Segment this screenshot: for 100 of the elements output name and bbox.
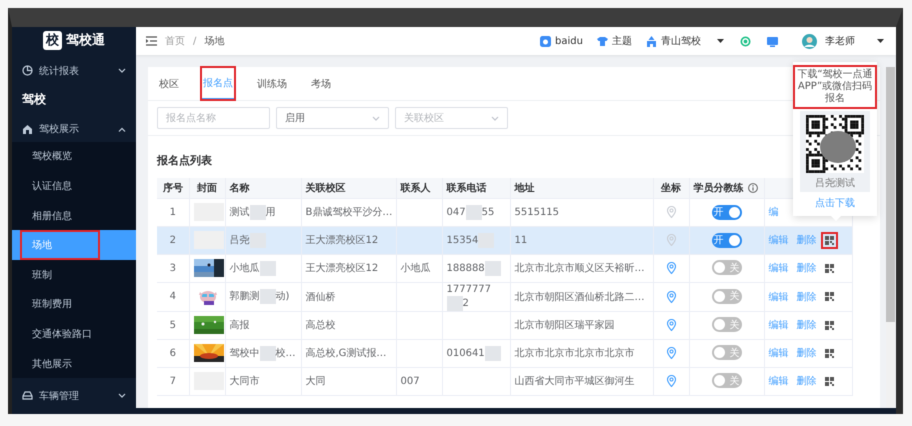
download-link[interactable]: 点击下载 <box>815 196 855 210</box>
sidebar-group[interactable]: 驾校展示 <box>12 117 136 142</box>
tooltip-text: 下载“驾校一点通APP”或微信扫码报名 <box>796 68 874 106</box>
sidebar-item[interactable]: 班制 <box>12 260 136 290</box>
tab[interactable]: 校区 <box>157 67 181 100</box>
action-link[interactable]: 编辑 <box>768 346 788 360</box>
table-text: 大同市 <box>230 376 260 387</box>
info-icon[interactable] <box>748 182 758 193</box>
select-field[interactable]: 启用 <box>276 107 389 129</box>
sidebar-item[interactable]: 其他展示 <box>12 348 136 378</box>
action-link[interactable]: 删除 <box>796 318 816 332</box>
table-cell: 3 <box>157 254 189 282</box>
location-pin-icon[interactable] <box>666 375 676 387</box>
scrollbar[interactable] <box>886 67 895 408</box>
toggle-switch[interactable]: 开 <box>712 232 742 248</box>
toggle-switch[interactable]: 关 <box>712 373 742 388</box>
app-icon <box>540 36 552 46</box>
breadcrumb-separator: / <box>193 36 196 46</box>
table-text: 郭鹏测 <box>230 291 260 302</box>
table-row[interactable]: 7 大同市 大同 007 山西省大同市平城区御河生 关 编辑 删除 <box>157 367 852 395</box>
tab[interactable]: 训练场 <box>255 67 289 100</box>
toolbar-link[interactable]: 主题 <box>597 34 632 48</box>
sidebar-item[interactable]: 交通体验路口 <box>12 319 136 349</box>
table-cell: 酒仙桥 <box>301 282 396 311</box>
section-title: 报名点列表 <box>157 153 212 168</box>
breadcrumb-item[interactable]: 首页 <box>165 34 185 48</box>
column-header: 联系电话 <box>446 182 486 195</box>
table-text: 1777777 <box>446 284 492 294</box>
sidebar-group[interactable]: 统计报表 <box>12 58 136 84</box>
table-row[interactable]: 5 高报 高总校 北京市朝阳区瑞平家园 关 编辑 删除 <box>157 311 852 339</box>
input-field[interactable]: 报名点名称 <box>157 107 270 129</box>
action-link[interactable]: 删除 <box>796 290 816 304</box>
toolbar-link[interactable]: baidu <box>540 36 583 46</box>
action-link[interactable]: 编辑 <box>768 233 788 247</box>
qr-code-icon[interactable] <box>824 320 834 330</box>
qr-code-icon[interactable] <box>824 264 834 272</box>
sidebar-item[interactable]: 相册信息 <box>12 200 136 230</box>
menu-icon[interactable] <box>146 36 157 46</box>
monitor-icon[interactable] <box>767 36 778 46</box>
table-row[interactable]: 4 郭鹏测 动) 酒仙桥 1777777 2 北京市朝阳区酒仙桥北路二… 关 编辑 删除 <box>157 282 852 311</box>
sidebar-item[interactable]: 认证信息 <box>12 171 136 201</box>
select-field[interactable]: 关联校区 <box>395 107 508 129</box>
chevron-down-icon <box>491 116 499 120</box>
table-cell: 4 <box>157 282 189 311</box>
column-header: 关联校区 <box>306 182 346 195</box>
table-row[interactable]: 2 吕尧 王大漂亮校区12 15354 11 开 编辑 删除 <box>157 226 852 254</box>
table-cell: 北京市朝阳区酒仙桥北路二… <box>510 282 653 311</box>
action-link[interactable]: 编辑 <box>768 290 788 304</box>
school-dropdown[interactable]: 青山驾校 <box>646 34 724 48</box>
table-cell: 007 <box>396 367 442 395</box>
sidebar-item[interactable]: 场地 <box>12 230 136 260</box>
action-link[interactable]: 编辑 <box>768 261 788 275</box>
column-header: 联系人 <box>400 182 430 195</box>
action-link[interactable]: 删除 <box>796 261 816 275</box>
sidebar-group[interactable]: 车辆管理 <box>12 383 136 408</box>
action-link[interactable]: 编 <box>768 205 778 219</box>
location-pin-icon[interactable] <box>666 290 676 302</box>
table-cell: 6 <box>157 339 189 367</box>
action-link[interactable]: 编辑 <box>768 374 788 388</box>
table-text: 15354 <box>446 234 478 246</box>
toggle-switch[interactable]: 关 <box>712 260 742 275</box>
toggle-switch[interactable]: 开 <box>712 204 742 220</box>
pie-chart-icon <box>22 65 33 76</box>
qr-code-icon[interactable] <box>824 292 834 301</box>
table-text: 吕尧 <box>230 234 250 246</box>
action-link[interactable]: 删除 <box>796 374 816 388</box>
logo-icon: 校 <box>43 30 62 50</box>
toggle-switch[interactable]: 关 <box>712 317 742 332</box>
table-cell: 王大漂亮校区12 <box>301 254 396 282</box>
caret-icon <box>717 39 724 43</box>
avatar-icon <box>802 34 817 48</box>
qr-caption: 吕尧测试 <box>815 176 855 190</box>
sidebar-section-title: 驾校 <box>21 91 47 108</box>
column-header: 学员分教练 <box>694 182 744 195</box>
column-header: 名称 <box>230 182 250 195</box>
table-text: 55 <box>482 206 494 218</box>
location-pin-icon[interactable] <box>666 319 676 331</box>
table-cell: 大同 <box>301 367 396 395</box>
action-link[interactable]: 编辑 <box>768 318 788 332</box>
user-menu[interactable]: 李老师 <box>792 34 884 48</box>
tab[interactable]: 考场 <box>309 67 333 100</box>
table-cell: 5 <box>157 311 189 339</box>
qr-code-icon[interactable] <box>824 348 834 358</box>
table-text: 用 <box>266 206 276 218</box>
location-pin-icon[interactable] <box>666 347 676 359</box>
toggle-switch[interactable]: 关 <box>712 288 742 304</box>
table-row[interactable]: 3 小地瓜 王大漂亮校区12 小地瓜 188888 北京市北京市顺义区天裕昕… 关 编辑 删除 <box>157 254 852 282</box>
sidebar-item[interactable]: 班制费用 <box>12 290 136 320</box>
sidebar-item[interactable]: 驾校概览 <box>12 142 136 172</box>
action-link[interactable]: 删除 <box>796 346 816 360</box>
table-cell: 北京市朝阳区瑞平家园 <box>510 311 653 339</box>
qr-code-icon[interactable] <box>824 376 834 386</box>
tab[interactable]: 报名点 <box>201 67 235 100</box>
location-pin-icon[interactable] <box>666 262 676 274</box>
c-badge-icon[interactable] <box>740 36 751 46</box>
table-row[interactable]: 6 驾校中 校… 高总校,G测试报… 010641 北京市北京市北京市北京市 关 编辑 删除 <box>157 339 852 367</box>
toggle-switch[interactable]: 关 <box>712 345 742 360</box>
column-header: 地址 <box>514 182 534 195</box>
action-link[interactable]: 删除 <box>796 233 816 247</box>
app-title: 驾校通 <box>66 32 105 50</box>
